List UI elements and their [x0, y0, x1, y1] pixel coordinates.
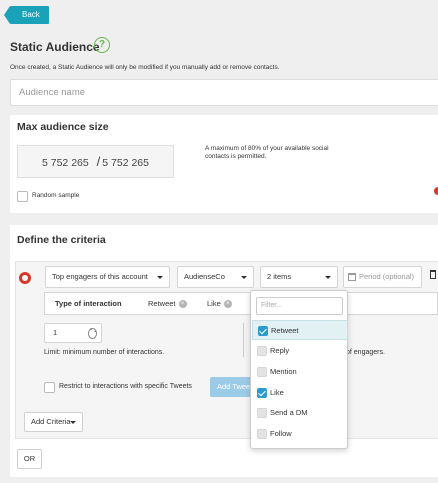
- dropdown-item-label: Mention: [270, 367, 297, 376]
- dropdown-item-label: Follow: [270, 429, 292, 438]
- notification-dot: [434, 187, 438, 195]
- random-sample-checkbox[interactable]: [17, 191, 28, 202]
- chevron-down-icon: [325, 276, 331, 279]
- or-button[interactable]: OR: [17, 449, 42, 469]
- trash-icon[interactable]: [430, 270, 436, 279]
- checkbox-icon: [257, 367, 267, 377]
- engagers-text: of engagers.: [346, 349, 385, 356]
- restrict-tweets-label: Restrict to interactions with specific T…: [59, 383, 192, 390]
- back-button[interactable]: Back: [4, 6, 49, 24]
- add-criteria-button[interactable]: Add Criteria: [24, 412, 83, 432]
- filter-input[interactable]: Filter...: [256, 297, 343, 315]
- min-interactions-value: 1: [53, 328, 58, 337]
- dropdown-item-send-dm[interactable]: Send a DM: [252, 403, 348, 423]
- dropdown-item-label: Reply: [270, 346, 290, 355]
- checkbox-icon: [257, 346, 267, 356]
- max-size-display[interactable]: 5 752 265 /5 752 265: [17, 145, 174, 178]
- interaction-type-label: Type of interaction: [55, 299, 122, 308]
- max-size-total: 5 752 265: [102, 157, 149, 169]
- checkbox-icon: [257, 429, 267, 439]
- dropdown-item-retweet[interactable]: Retweet: [252, 320, 348, 340]
- remove-criteria-icon[interactable]: [19, 272, 31, 284]
- chevron-down-icon: [157, 276, 163, 279]
- calendar-icon: [348, 273, 356, 281]
- stepper-icon[interactable]: ⌃⌄: [88, 328, 97, 339]
- checkbox-checked-icon: [258, 326, 268, 336]
- dropdown-item-follow[interactable]: Follow: [252, 424, 348, 444]
- account-select[interactable]: AudienseCo: [177, 266, 254, 288]
- audience-name-input[interactable]: Audience name: [10, 79, 438, 106]
- page-description: Once created, a Static Audience will onl…: [10, 64, 280, 71]
- chip-remove-icon[interactable]: ×: [223, 300, 232, 309]
- restrict-tweets-checkbox[interactable]: [44, 382, 55, 393]
- max-size-title: Max audience size: [17, 121, 109, 133]
- chip-remove-icon[interactable]: ×: [178, 300, 187, 309]
- add-tweets-button[interactable]: Add Twee: [210, 377, 255, 397]
- chip-retweet-label: Retweet: [148, 299, 176, 308]
- chip-retweet: Retweet ×: [148, 293, 187, 314]
- account-select-value: AudienseCo: [184, 272, 225, 281]
- criteria-title: Define the criteria: [17, 234, 106, 246]
- divider: [243, 323, 244, 357]
- period-placeholder: Period (optional): [359, 272, 415, 281]
- interaction-items-select[interactable]: 2 items: [260, 266, 338, 288]
- interaction-dropdown: Filter... Retweet Reply Mention Like Sen…: [250, 290, 348, 449]
- help-icon[interactable]: ?: [94, 37, 110, 53]
- checkbox-icon: [257, 408, 267, 418]
- checkbox-checked-icon: [257, 388, 267, 398]
- chip-like-label: Like: [207, 299, 221, 308]
- interaction-type-box: Type of interaction Retweet × Like ×: [44, 292, 438, 315]
- dropdown-item-label: Like: [270, 388, 284, 397]
- page-title: Static Audience: [10, 40, 100, 54]
- engager-select[interactable]: Top engagers of this account: [45, 266, 170, 288]
- max-size-note: A maximum of 80% of your available socia…: [205, 145, 329, 160]
- min-interactions-input[interactable]: 1 ⌃⌄: [44, 323, 102, 343]
- engager-select-value: Top engagers of this account: [52, 272, 148, 281]
- dropdown-item-like[interactable]: Like: [252, 383, 348, 403]
- chevron-down-icon: [241, 276, 247, 279]
- random-sample-label: Random sample: [32, 192, 80, 199]
- limit-text: Limit: minimum number of interactions.: [44, 349, 165, 356]
- dropdown-item-label: Retweet: [271, 326, 299, 335]
- max-audience-size-panel: Max audience size 5 752 265 /5 752 265 A…: [10, 115, 438, 213]
- items-select-value: 2 items: [267, 272, 292, 281]
- dropdown-item-mention[interactable]: Mention: [252, 362, 348, 382]
- dropdown-item-reply[interactable]: Reply: [252, 341, 348, 361]
- max-size-separator: /: [96, 154, 101, 169]
- chip-like: Like ×: [207, 293, 232, 314]
- max-size-value: 5 752 265: [42, 157, 89, 169]
- dropdown-item-label: Send a DM: [270, 408, 308, 417]
